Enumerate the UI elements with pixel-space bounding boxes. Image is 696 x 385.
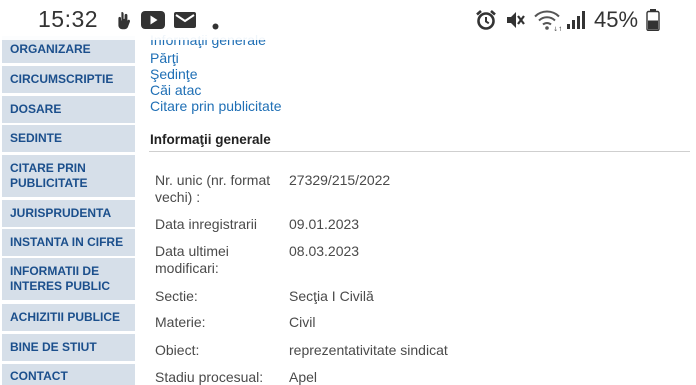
info-label-stadiu-procesual: Stadiu procesual:	[155, 369, 264, 385]
info-label-data-inregistrarii: Data inregistrarii	[155, 216, 257, 232]
sidebar-item-bine-de-stiut[interactable]: BINE DE STIUT	[2, 334, 135, 361]
battery-percent: 45%	[594, 7, 639, 32]
svg-text:↓↑: ↓↑	[553, 26, 561, 32]
sidebar-item-label: CITARE PRIN PUBLICITATE	[10, 161, 88, 190]
info-label-materie: Materie:	[155, 314, 206, 330]
info-value-materie: Civil	[289, 314, 316, 330]
sidebar-item-instanta-in-cifre[interactable]: INSTANTA IN CIFRE	[2, 229, 135, 256]
sidebar-item-circumscriptie[interactable]: CIRCUMSCRIPTIE	[2, 66, 135, 93]
sidebar-item-label: SEDINTE	[10, 131, 63, 145]
link-sedinte[interactable]: Şedinţe	[150, 66, 197, 82]
sidebar-item-label: INSTANTA IN CIFRE	[10, 235, 124, 249]
sidebar-item-label: JURISPRUDENTA	[10, 206, 112, 220]
sidebar-item-label: CONTACT	[10, 368, 68, 383]
link-parti[interactable]: Părţi	[150, 50, 179, 66]
sidebar-item-jurisprudenta[interactable]: JURISPRUDENTA	[2, 200, 135, 227]
sidebar-item-achizitii-publice[interactable]: ACHIZITII PUBLICE	[2, 304, 135, 331]
info-label-nr-unic: Nr. unic (nr. format vechi) :	[155, 172, 271, 205]
signal-icon	[566, 9, 588, 36]
info-label-sectie: Sectie:	[155, 288, 198, 304]
link-citare-prin-publicitate[interactable]: Citare prin publicitate	[150, 98, 282, 114]
sidebar-item-label: CIRCUMSCRIPTIE	[10, 72, 114, 86]
info-value-data-inregistrarii: 09.01.2023	[289, 216, 360, 232]
sidebar-item-contact[interactable]: CONTACT	[2, 364, 135, 385]
battery-icon	[646, 9, 660, 36]
status-bar: 15:32 ↓↑ 45%	[0, 0, 696, 40]
youtube-icon	[141, 11, 165, 34]
info-value-stadiu-procesual: Apel	[289, 369, 318, 385]
sidebar-item-dosare[interactable]: DOSARE	[2, 96, 135, 123]
sidebar-item-informatii-de-interes-public[interactable]: INFORMATII DE INTERES PUBLIC	[2, 258, 135, 300]
info-value-sectie: Secţia I Civilă	[289, 288, 374, 304]
status-time: 15:32	[38, 6, 99, 32]
mute-icon	[504, 9, 526, 36]
sidebar-item-sedinte[interactable]: SEDINTE	[2, 125, 135, 152]
info-value-nr-unic: 27329/215/2022	[289, 172, 391, 188]
sidebar-item-label: ACHIZITII PUBLICE	[10, 310, 120, 324]
alarm-icon	[474, 8, 498, 37]
sidebar-item-label: DOSARE	[10, 102, 62, 116]
dot-icon	[212, 17, 219, 35]
wifi-icon: ↓↑	[533, 8, 563, 37]
section-divider	[149, 151, 690, 152]
hand-icon	[113, 10, 133, 35]
info-value-obiect: reprezentativitate sindicat	[289, 342, 448, 358]
info-label-obiect: Obiect:	[155, 342, 200, 358]
mail-icon	[174, 12, 196, 33]
link-cai-atac[interactable]: Căi atac	[150, 82, 201, 98]
section-title: Informaţii generale	[150, 132, 271, 147]
sidebar-item-label: INFORMATII DE INTERES PUBLIC	[10, 264, 111, 293]
info-label-data-ultimei-modificari: Data ultimei modificari:	[155, 243, 229, 276]
sidebar-item-label: ORGANIZARE	[10, 42, 91, 56]
sidebar-item-label: BINE DE STIUT	[10, 340, 97, 354]
info-value-data-ultimei-modificari: 08.03.2023	[289, 243, 360, 259]
sidebar-item-organizare[interactable]: ORGANIZARE	[2, 36, 135, 63]
sidebar-item-citare-prin-publicitate[interactable]: CITARE PRIN PUBLICITATE	[2, 155, 135, 197]
